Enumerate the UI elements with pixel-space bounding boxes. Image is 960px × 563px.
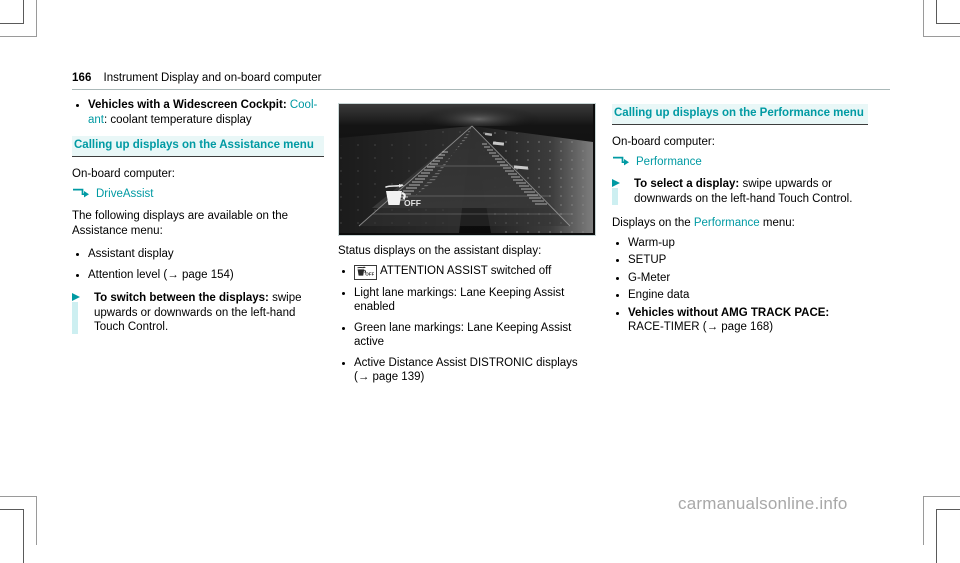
performance-obc-label: On-board computer: [612, 136, 715, 148]
page-number: 166 [72, 72, 92, 84]
widescreen-bullet-list: Vehicles with a Widescreen Cockpit: Cool… [72, 98, 324, 127]
action-triangle-icon [612, 179, 620, 187]
performance-section: Calling up displays on the Performance m… [612, 104, 868, 125]
displays-intro-pre: Displays on the [612, 217, 694, 229]
assistant-display-figure: OFF [338, 103, 596, 236]
list-item: Assistant display [72, 247, 324, 262]
performance-obc-path-label: Performance [636, 155, 702, 168]
performance-display-list: Warm-up SETUP G-Meter Engine data Vehicl… [612, 236, 868, 335]
list-item: SETUP [612, 253, 868, 268]
column-right: Calling up displays on the Performance m… [612, 98, 868, 344]
list-item: Light lane markings: Lane Keeping Assist… [338, 286, 594, 315]
race-timer-bold-lead: Vehicles without AMG TRACK PACE: [628, 306, 830, 319]
widescreen-bold-lead: Vehicles with a Widescreen Cockpit: [88, 99, 287, 111]
status-item-text: ATTENTION ASSIST switched off [380, 264, 552, 277]
crop-mark-bottom-left-inner [0, 509, 24, 563]
svg-text:OFF: OFF [404, 198, 421, 208]
select-display-text: To select a display: swipe upwards or do… [634, 177, 868, 206]
crop-mark-top-left-inner [0, 0, 24, 24]
select-display-bold-lead: To select a display: [634, 178, 740, 190]
assistance-obc-path-label: DriveAssist [96, 187, 154, 200]
list-item: Green lane markings: Lane Keeping Assist… [338, 321, 594, 350]
switch-displays-bold-lead: To switch between the displays: [94, 292, 269, 304]
assistance-section-heading: Calling up displays on the Assistance me… [72, 136, 324, 157]
action-accent-bar [72, 302, 78, 334]
column-left: Vehicles with a Widescreen Cockpit: Cool… [72, 98, 324, 345]
crop-mark-top-right-inner [936, 0, 960, 24]
list-item-race-timer: Vehicles without AMG TRACK PACE: RACE-TI… [612, 306, 868, 335]
menu-path-arrow-icon [72, 188, 90, 200]
action-triangle-icon [72, 293, 80, 301]
header-title: Instrument Display and on-board computer [103, 72, 322, 84]
list-item: Attention level (→ page 154) [72, 268, 324, 283]
race-timer-text: RACE-TIMER (→ page 168) [628, 321, 774, 333]
displays-intro-menu-name: Performance [693, 217, 760, 229]
status-display-list: OFF ATTENTION ASSIST switched off Light … [338, 264, 594, 385]
switch-displays-text: To switch between the displays: swipe up… [94, 291, 324, 335]
list-item: G-Meter [612, 271, 868, 286]
assistance-obc-label: On-board computer: [72, 168, 175, 180]
action-accent-bar [612, 188, 618, 205]
status-intro-text: Status displays on the assistant display… [338, 245, 542, 257]
column-middle: Status displays on the assistant display… [338, 244, 594, 394]
list-item: Engine data [612, 288, 868, 303]
assistance-obc-path[interactable]: DriveAssist [72, 187, 324, 202]
list-item-widescreen-cockpit: Vehicles with a Widescreen Cockpit: Cool… [72, 98, 324, 127]
page-header: 166 Instrument Display and on-board compu… [72, 68, 890, 90]
assistance-intro-text: The following displays are available on … [72, 210, 289, 237]
svg-text:OFF: OFF [365, 271, 374, 276]
assistance-display-list: Assistant display Attention level (→ pag… [72, 247, 324, 282]
site-watermark: carmanualsonline.info [678, 494, 848, 513]
assistance-section: Calling up displays on the Assistance me… [72, 136, 324, 157]
list-item: Active Distance Assist DISTRONIC display… [338, 356, 594, 385]
assistant-display-graphic: OFF [339, 104, 595, 235]
select-display-instruction: To select a display: swipe upwards or do… [612, 177, 868, 206]
widescreen-rest: : coolant temperature display [104, 113, 252, 126]
switch-displays-instruction: To switch between the displays: swipe up… [72, 291, 324, 335]
list-item-attention-assist-off: OFF ATTENTION ASSIST switched off [338, 264, 594, 280]
menu-path-arrow-icon [612, 156, 630, 168]
list-item: Warm-up [612, 236, 868, 251]
displays-intro-post: menu: [759, 217, 795, 229]
attention-assist-off-icon: OFF [354, 264, 377, 280]
crop-mark-bottom-right-inner [936, 509, 960, 563]
performance-section-heading: Calling up displays on the Performance m… [612, 104, 868, 125]
performance-displays-intro: Displays on the Performance menu: [612, 216, 868, 231]
performance-obc-path[interactable]: Performance [612, 155, 868, 170]
